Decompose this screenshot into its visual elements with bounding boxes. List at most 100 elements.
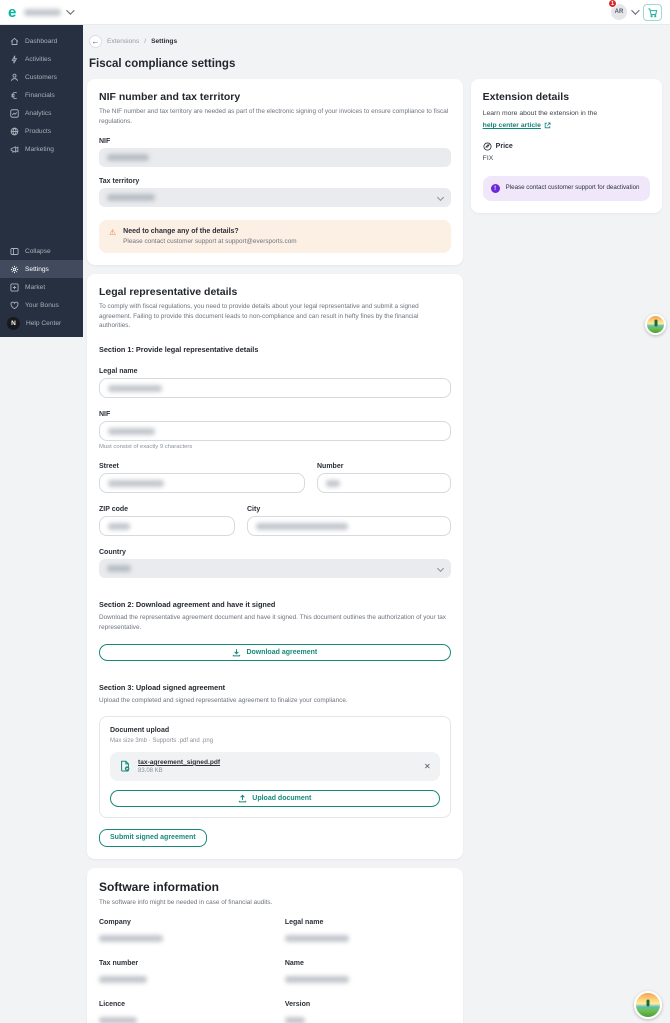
document-upload-title: Document upload: [110, 727, 440, 734]
tax-territory-select-disabled: [99, 188, 451, 207]
euro-icon: [9, 90, 19, 100]
zip-value-redacted: [108, 523, 130, 530]
plus-square-icon: [9, 282, 19, 292]
palm-tree-icon: [647, 1000, 650, 1007]
sidebar-item-customers[interactable]: Customers: [0, 68, 83, 86]
warning-text: Please contact customer support at suppo…: [123, 238, 296, 245]
street-label: Street: [99, 463, 305, 470]
help-widget-badge[interactable]: N: [7, 317, 20, 330]
sidebar-item-dashboard[interactable]: Dashboard: [0, 32, 83, 50]
person-icon: [9, 72, 19, 82]
sidebar-item-label: Settings: [25, 266, 49, 273]
sidebar-item-settings[interactable]: Settings: [0, 260, 83, 278]
number-input[interactable]: [317, 473, 451, 493]
download-icon: [232, 648, 241, 657]
home-icon: [9, 36, 19, 46]
card-title: Extension details: [483, 91, 650, 103]
legal-name-input[interactable]: [99, 378, 451, 398]
upload-document-button[interactable]: Upload document: [110, 790, 440, 807]
document-upload-hint: Max size 3mb · Supports .pdf and .png: [110, 738, 440, 744]
zip-code-input[interactable]: [99, 516, 235, 536]
chevron-down-icon: [631, 6, 639, 14]
heart-icon: [9, 300, 19, 310]
licence-value-redacted: [99, 1017, 137, 1023]
chevron-down-icon: [437, 565, 444, 572]
nif-tax-territory-card: NIF number and tax territory The NIF num…: [87, 79, 463, 265]
chevron-down-icon: [437, 194, 444, 201]
nif-input-disabled: [99, 148, 451, 167]
number-value-redacted: [326, 480, 340, 487]
deactivation-note: ! Please contact customer support for de…: [483, 176, 650, 201]
street-value-redacted: [108, 480, 164, 487]
sidebar-item-products[interactable]: Products: [0, 122, 83, 140]
city-value-redacted: [256, 523, 348, 530]
section2-description: Download the representative agreement do…: [99, 613, 451, 632]
sidebar-item-marketing[interactable]: Marketing: [0, 140, 83, 158]
sidebar-item-label: Market: [25, 284, 45, 291]
nif-value-redacted: [107, 154, 149, 161]
document-upload-box: Document upload Max size 3mb · Supports …: [99, 716, 451, 818]
number-label: Number: [317, 463, 451, 470]
megaphone-icon: [9, 144, 19, 154]
chart-icon: [9, 108, 19, 118]
sidebar-item-help-center[interactable]: N Help Center: [0, 314, 83, 332]
activity-icon: [9, 54, 19, 64]
warning-icon: ⚠: [109, 228, 116, 245]
legal-name-value-redacted: [108, 385, 162, 392]
price-value: FIX: [483, 155, 650, 162]
section1-title: Section 1: Provide legal representative …: [99, 345, 451, 354]
sidebar-item-collapse[interactable]: Collapse: [0, 242, 83, 260]
breadcrumb: ← Extensions / Settings: [89, 35, 662, 48]
main-content: ← Extensions / Settings Fiscal complianc…: [83, 25, 670, 1023]
nif-input[interactable]: [99, 421, 451, 441]
sidebar-item-label: Marketing: [25, 146, 54, 153]
card-description: The software info might be needed in cas…: [99, 898, 451, 908]
sidebar-item-activities[interactable]: Activities: [0, 50, 83, 68]
street-input[interactable]: [99, 473, 305, 493]
legal-name-label: Legal name: [285, 919, 451, 926]
uploaded-file-row: tax-agreement_signed.pdf 83.08 KB ✕: [110, 752, 440, 781]
city-input[interactable]: [247, 516, 451, 536]
uploaded-file-link[interactable]: tax-agreement_signed.pdf: [138, 759, 220, 766]
page-title: Fiscal compliance settings: [89, 58, 662, 70]
sidebar-item-financials[interactable]: Financials: [0, 86, 83, 104]
eversports-logo-icon: e: [8, 5, 16, 20]
breadcrumb-extensions[interactable]: Extensions: [107, 38, 139, 45]
card-description: To comply with fiscal regulations, you n…: [99, 302, 451, 331]
topbar: e 1 AR: [0, 0, 670, 25]
nif-hint: Must consist of exactly 9 characters: [99, 444, 451, 450]
price-label: Price: [496, 143, 513, 150]
tax-territory-value-redacted: [107, 194, 155, 201]
section3-description: Upload the completed and signed represen…: [99, 696, 451, 706]
floating-widget-icon[interactable]: [634, 991, 662, 1019]
sidebar-item-label: Dashboard: [25, 38, 57, 45]
remove-file-button[interactable]: ✕: [424, 762, 431, 771]
external-link-icon: [544, 122, 551, 129]
venue-switcher[interactable]: [24, 9, 72, 16]
deactivation-note-text: Please contact customer support for deac…: [506, 184, 640, 193]
warning-title: Need to change any of the details?: [123, 228, 296, 235]
palm-tree-icon: [654, 320, 657, 327]
sidebar-item-your-bonus[interactable]: Your Bonus: [0, 296, 83, 314]
floating-widget-icon[interactable]: [645, 314, 666, 335]
help-center-article-link[interactable]: help center article: [483, 122, 541, 129]
name-label: Name: [285, 960, 451, 967]
extension-learn-text: Learn more about the extension in the: [483, 109, 650, 119]
submit-signed-agreement-button[interactable]: Submit signed agreement: [99, 829, 207, 847]
back-button[interactable]: ←: [89, 35, 102, 48]
legal-name-label: Legal name: [99, 368, 451, 375]
version-label: Version: [285, 1001, 451, 1008]
version-value-redacted: [285, 1017, 305, 1023]
sidebar-item-analytics[interactable]: Analytics: [0, 104, 83, 122]
cart-button[interactable]: [643, 4, 662, 21]
download-agreement-button[interactable]: Download agreement: [99, 644, 451, 661]
card-title: NIF number and tax territory: [99, 91, 451, 103]
sidebar-item-label: Collapse: [25, 248, 51, 255]
gear-icon: [9, 264, 19, 274]
sidebar-item-market[interactable]: Market: [0, 278, 83, 296]
change-details-warning: ⚠ Need to change any of the details? Ple…: [99, 220, 451, 253]
account-menu[interactable]: 1 AR: [611, 4, 637, 20]
extension-details-card: Extension details Learn more about the e…: [471, 79, 662, 213]
legal-representative-card: Legal representative details To comply w…: [87, 274, 463, 859]
cart-icon: [647, 7, 658, 18]
